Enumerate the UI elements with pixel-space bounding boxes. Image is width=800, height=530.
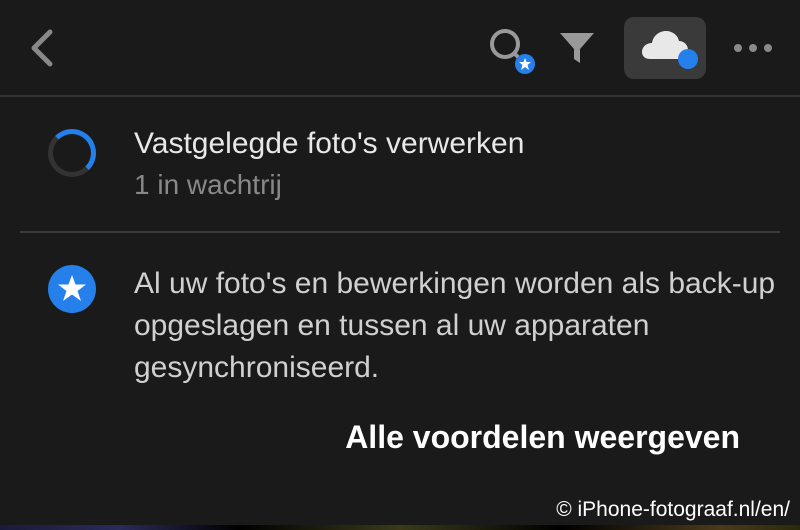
spinner-icon [48,129,96,177]
benefits-link[interactable]: Alle voordelen weergeven [134,419,780,456]
cloud-status-badge [678,49,698,69]
filter-button[interactable] [558,29,596,67]
app-header [0,0,800,95]
more-button[interactable] [734,44,772,52]
processing-section: Vastgelegde foto's verwerken 1 in wachtr… [0,97,800,231]
sync-text: Al uw foto's en bewerkingen worden als b… [134,263,780,456]
back-button[interactable] [28,26,56,70]
chevron-left-icon [28,26,56,70]
processing-text: Vastgelegde foto's verwerken 1 in wachtr… [134,127,780,201]
search-star-badge [515,54,535,74]
processing-subtitle: 1 in wachtrij [134,169,780,201]
sync-section: Al uw foto's en bewerkingen worden als b… [0,233,800,486]
copyright-text: © iPhone-fotograaf.nl/en/ [556,498,790,522]
sync-body: Al uw foto's en bewerkingen worden als b… [134,263,780,389]
processing-title: Vastgelegde foto's verwerken [134,127,780,161]
cloud-sync-button[interactable] [624,17,706,79]
search-button[interactable] [488,27,530,69]
funnel-icon [558,29,596,67]
header-actions [488,17,772,79]
more-dots-icon [734,44,772,52]
star-badge-icon [48,265,96,313]
bottom-decoration [0,525,800,530]
